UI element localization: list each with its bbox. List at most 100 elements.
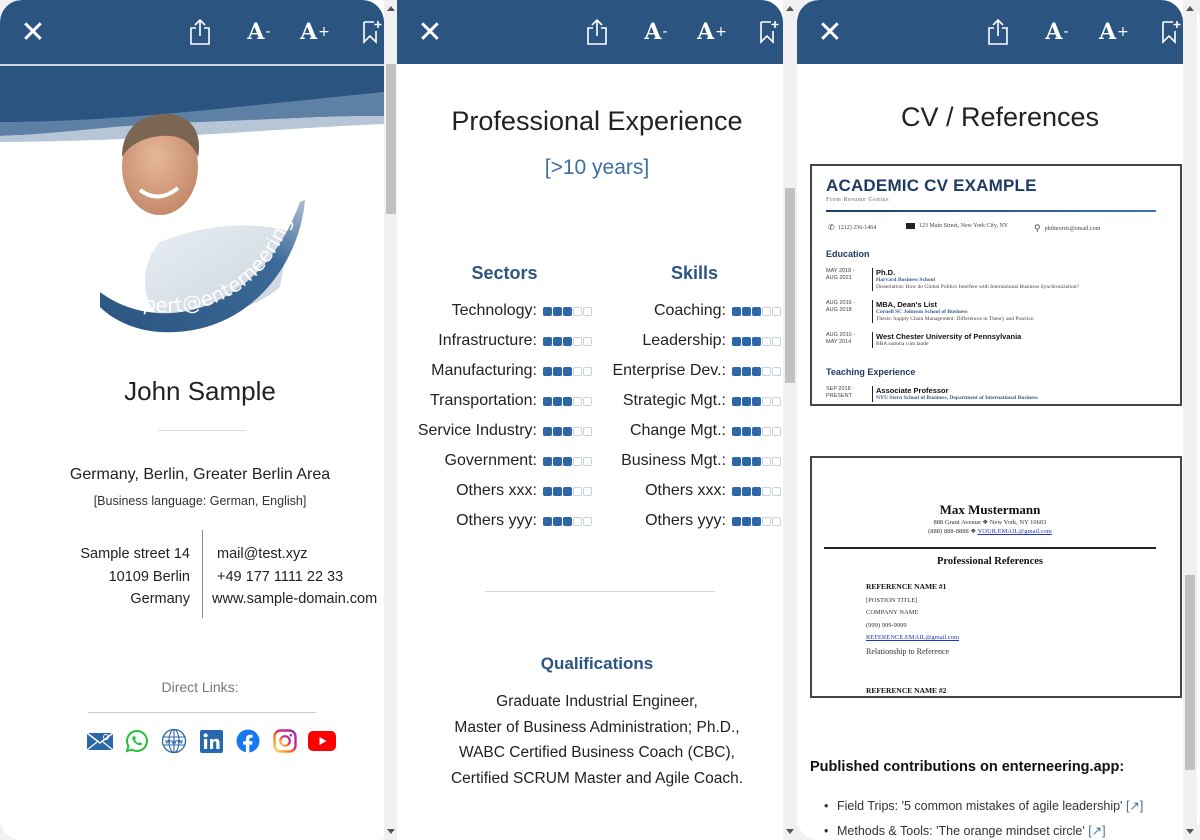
external-link-icon[interactable]: [↗]: [1088, 824, 1105, 838]
rating-dot-empty: [583, 396, 592, 406]
rating-dot-filled: [563, 306, 572, 316]
profile-scrollbar[interactable]: [384, 0, 398, 840]
rating-indicator: [543, 396, 592, 406]
website-link[interactable]: www.sample-domain.com: [212, 588, 377, 611]
cv-document-preview[interactable]: ACADEMIC CV EXAMPLE From Resume Genius ✆…: [810, 164, 1182, 406]
scroll-up-arrow[interactable]: [786, 6, 794, 11]
rating-dot-filled: [543, 306, 552, 316]
rating-indicator: [732, 426, 781, 436]
rating-dot-filled: [742, 516, 751, 526]
postal-address: Sample street 14 10109 Berlin Germany: [40, 543, 190, 611]
scroll-down-arrow[interactable]: [1186, 829, 1194, 834]
rating-dot-filled: [742, 366, 751, 376]
ref1-title: [POSTION TITLE]: [866, 597, 918, 604]
scroll-down-arrow[interactable]: [786, 829, 794, 834]
bookmark-button[interactable]: [1159, 0, 1183, 64]
skill-label: Enterprise Dev.:: [612, 362, 726, 379]
rating-dot-filled: [553, 516, 562, 526]
close-button[interactable]: ✕: [815, 0, 845, 64]
font-increase-button[interactable]: A +: [695, 0, 729, 64]
cv-entry-role: Ph.D.: [876, 268, 896, 277]
profile-name: John Sample: [124, 376, 276, 406]
references-scrollbar[interactable]: [1183, 0, 1197, 840]
section-divider: [485, 591, 715, 592]
scroll-up-arrow[interactable]: [1186, 6, 1194, 11]
published-item: Methods & Tools: 'The orange mindset cir…: [824, 819, 1143, 840]
rating-dot-filled: [543, 366, 552, 376]
rating-dot-empty: [762, 336, 771, 346]
location-pin-icon: ⚲: [1034, 223, 1041, 233]
share-button[interactable]: [185, 0, 215, 64]
share-button[interactable]: [582, 0, 612, 64]
sectors-list: Technology: Infrastructure: Manufacturing:…: [397, 296, 592, 536]
rating-dot-empty: [573, 336, 582, 346]
instagram-link[interactable]: [271, 729, 299, 753]
cv-address: 123 Main Street, New York City, NY: [906, 223, 1008, 229]
sector-row: Infrastructure:: [397, 326, 592, 356]
cv-entry-institution: NYU Stern School of Business, Department…: [876, 395, 1038, 401]
font-decrease-button[interactable]: A-: [242, 0, 276, 64]
cv-entry-note: BBA summa cum laude: [876, 341, 929, 347]
cv-entry-note: Thesis: Supply Chain Management: Differe…: [876, 316, 1035, 322]
rating-dot-filled: [543, 456, 552, 466]
rating-dot-filled: [752, 336, 761, 346]
social-links: www: [86, 728, 336, 754]
close-icon: ✕: [20, 14, 46, 50]
rating-dot-filled: [732, 336, 741, 346]
phone-link[interactable]: +49 177 1111 22 33: [212, 566, 377, 589]
website-social-link[interactable]: www: [160, 728, 188, 754]
rating-dot-empty: [762, 366, 771, 376]
cv-title: ACADEMIC CV EXAMPLE: [826, 176, 1037, 195]
whatsapp-link[interactable]: [123, 729, 151, 753]
address-country: Germany: [130, 591, 190, 607]
rating-dot-filled: [752, 306, 761, 316]
ref-doc-address: 888 Grant Avenue ❖ New York, NY 10603: [933, 519, 1047, 526]
rating-dot-filled: [752, 426, 761, 436]
linkedin-link[interactable]: [197, 729, 225, 753]
rating-dot-filled: [742, 426, 751, 436]
ref-doc-email-link[interactable]: YOUR.EMAIL@gmail.com: [978, 528, 1052, 535]
ref-doc-rule: [824, 547, 1156, 549]
sector-row: Government:: [397, 446, 592, 476]
rating-indicator: [732, 516, 781, 526]
youtube-link[interactable]: [308, 729, 336, 753]
close-button[interactable]: ✕: [18, 0, 48, 64]
scrollbar-thumb[interactable]: [785, 188, 795, 383]
skill-row: Enterprise Dev.:: [593, 356, 781, 386]
skill-label: Business Mgt.:: [621, 452, 726, 469]
bookmark-button[interactable]: [757, 0, 781, 64]
scroll-up-arrow[interactable]: [387, 6, 395, 11]
email-link[interactable]: mail@test.xyz: [212, 543, 377, 566]
ref1-email-link[interactable]: REFERENCE.EMAIL@gmail.com: [866, 634, 959, 641]
scroll-down-arrow[interactable]: [387, 829, 395, 834]
font-increase-button[interactable]: A +: [298, 0, 332, 64]
bookmark-button[interactable]: [360, 0, 384, 64]
experience-scrollbar[interactable]: [783, 0, 797, 840]
rating-dot-filled: [752, 366, 761, 376]
scrollbar-thumb[interactable]: [1185, 575, 1195, 770]
rating-dot-empty: [573, 396, 582, 406]
youtube-icon: [308, 731, 336, 751]
font-increase-button[interactable]: A +: [1097, 0, 1131, 64]
ref-doc-name: Max Mustermann: [939, 502, 1041, 517]
facebook-link[interactable]: [234, 729, 262, 753]
rating-dot-empty: [573, 486, 582, 496]
font-decrease-label: A: [247, 19, 265, 45]
ref1-name: REFERENCE NAME #1: [866, 582, 947, 591]
font-decrease-button[interactable]: A-: [1040, 0, 1074, 64]
scrollbar-thumb[interactable]: [386, 64, 396, 214]
references-document-preview[interactable]: Max Mustermann 888 Grant Avenue ❖ New Yo…: [810, 456, 1182, 698]
cv-entry-institution: Harvard Business School: [876, 277, 935, 283]
close-button[interactable]: ✕: [415, 0, 445, 64]
rating-dot-empty: [583, 426, 592, 436]
rating-indicator: [543, 456, 592, 466]
external-link-icon[interactable]: [↗]: [1126, 799, 1143, 813]
rating-dot-filled: [742, 486, 751, 496]
qualification-item: Master of Business Administration; Ph.D.…: [454, 718, 740, 736]
rating-dot-empty: [772, 306, 781, 316]
rating-dot-empty: [583, 306, 592, 316]
share-button[interactable]: [983, 0, 1013, 64]
email-social-link[interactable]: [86, 729, 114, 753]
address-city: 10109 Berlin: [108, 568, 190, 585]
font-decrease-button[interactable]: A-: [639, 0, 673, 64]
